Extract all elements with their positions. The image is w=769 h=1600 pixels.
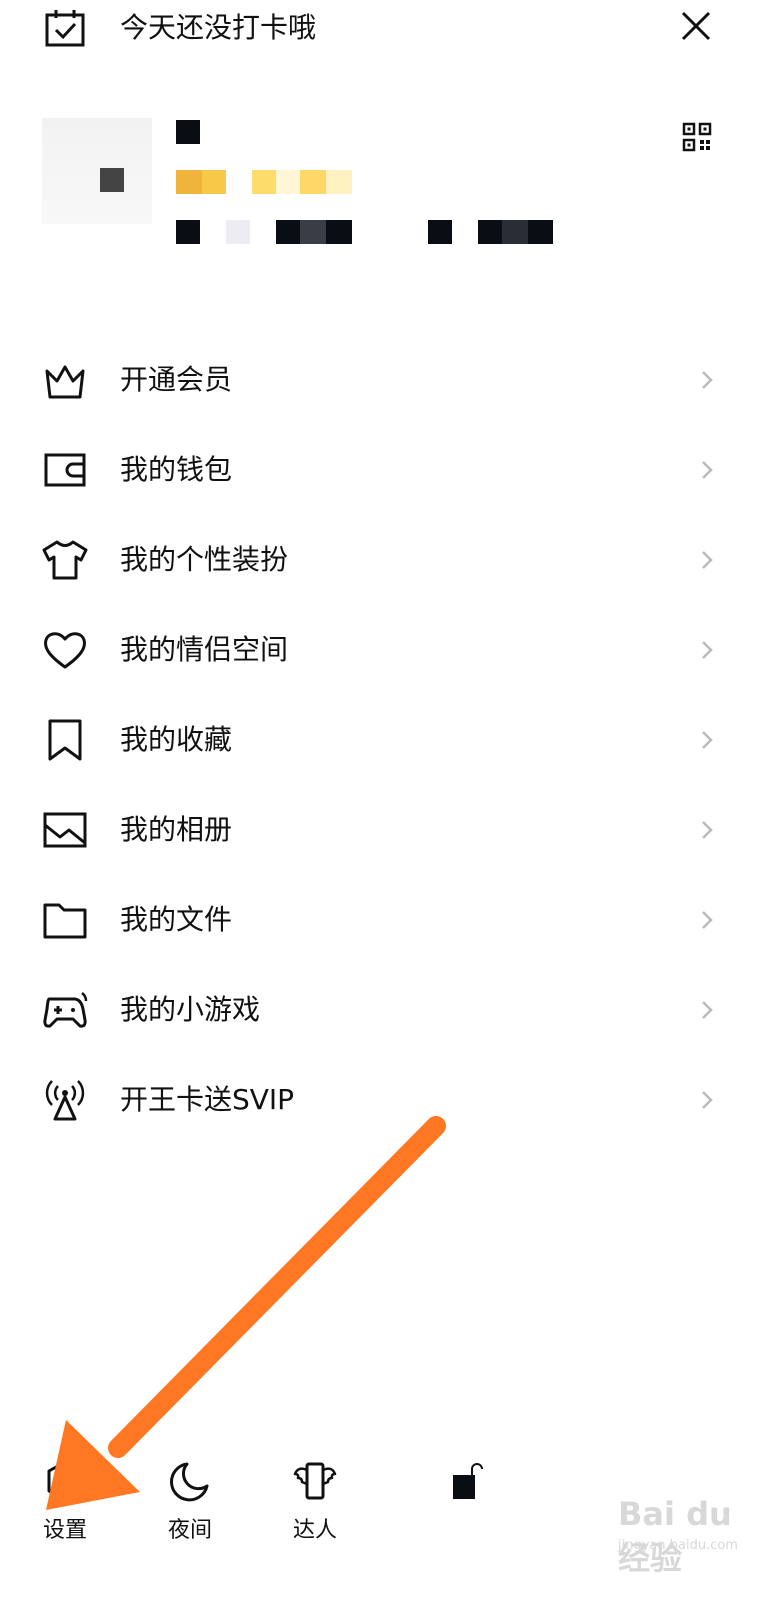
chevron-right-icon (702, 551, 713, 569)
menu-item-label: 我的文件 (120, 903, 233, 936)
account-info-pixel (326, 220, 352, 244)
settings-label: 设置 (42, 1518, 87, 1543)
menu-item-dressup[interactable]: 我的个性装扮 (0, 515, 769, 605)
menu-item-label: 我的小游戏 (120, 993, 261, 1026)
unlock-icon (453, 1463, 483, 1499)
watermark-url: jingyan.baidu.com (618, 1538, 738, 1553)
night-mode-button[interactable]: 夜间 (140, 1450, 240, 1570)
heart-icon (44, 632, 86, 669)
account-info-pixel (428, 220, 452, 244)
baidu-jingyan-watermark: Bai du 经验 jingyan.baidu.com (578, 1490, 758, 1577)
menu-item-favorites[interactable]: 我的收藏 (0, 695, 769, 785)
account-info-pixel (502, 220, 528, 244)
vip-badge-pixelated (176, 170, 202, 194)
phone-wings-icon (293, 1462, 337, 1500)
chevron-right-icon (702, 821, 713, 839)
expert-button[interactable]: 达人 (265, 1450, 365, 1570)
avatar-pixel (100, 168, 124, 192)
settings-button[interactable]: 设置 (15, 1450, 115, 1570)
menu-item-files[interactable]: 我的文件 (0, 875, 769, 965)
calendar-check-icon[interactable] (44, 8, 86, 48)
qr-code-icon[interactable] (682, 122, 712, 152)
folder-icon (43, 903, 87, 939)
account-info-pixel (528, 220, 553, 244)
account-info-pixel (300, 220, 326, 244)
menu-item-label: 我的钱包 (120, 453, 233, 486)
vip-badge-pixel (252, 170, 276, 194)
expert-label: 达人 (292, 1518, 337, 1543)
moon-icon (170, 1462, 209, 1502)
chevron-right-icon (702, 1001, 713, 1019)
signal-tower-icon (45, 1080, 85, 1121)
chevron-right-icon (702, 641, 713, 659)
menu-item-wallet[interactable]: 我的钱包 (0, 425, 769, 515)
wallet-icon (44, 453, 86, 487)
menu-item-label: 我的情侣空间 (120, 633, 289, 666)
top-bar: 今天还没打卡哦 (0, 0, 769, 70)
menu-item-album[interactable]: 我的相册 (0, 785, 769, 875)
chevron-right-icon (702, 371, 713, 389)
vip-badge-pixel (202, 170, 226, 194)
lock-button[interactable] (415, 1450, 515, 1570)
account-info-pixelated (176, 220, 200, 244)
username-pixelated (176, 120, 200, 144)
settings-icon (47, 1460, 83, 1502)
vip-badge-pixel (300, 170, 326, 194)
chevron-right-icon (702, 911, 713, 929)
menu-item-label: 我的个性装扮 (120, 543, 289, 576)
menu-item-label: 开通会员 (120, 363, 233, 396)
chevron-right-icon (702, 731, 713, 749)
menu-item-couple-space[interactable]: 我的情侣空间 (0, 605, 769, 695)
menu-item-label: 开王卡送SVIP (120, 1083, 295, 1116)
vip-badge-pixel (326, 170, 352, 194)
photo-album-icon (43, 812, 87, 848)
crown-icon (45, 365, 85, 399)
watermark-brand: Bai du 经验 (618, 1495, 732, 1577)
menu-item-vip[interactable]: 开通会员 (0, 335, 769, 425)
menu-item-label: 我的收藏 (120, 723, 233, 756)
bookmark-icon (48, 719, 82, 761)
account-info-pixel (276, 220, 300, 244)
avatar[interactable] (42, 118, 152, 224)
night-mode-label: 夜间 (167, 1518, 212, 1543)
chevron-right-icon (702, 461, 713, 479)
close-icon[interactable] (680, 10, 712, 42)
chevron-right-icon (702, 1091, 713, 1109)
account-info-pixel (478, 220, 502, 244)
menu-item-minigames[interactable]: 我的小游戏 (0, 965, 769, 1055)
checkin-text[interactable]: 今天还没打卡哦 (120, 10, 316, 46)
menu-item-wangka-svip[interactable]: 开王卡送SVIP (0, 1055, 769, 1145)
tshirt-icon (42, 540, 88, 580)
gamepad-icon (43, 992, 88, 1028)
vip-badge-pixel (276, 170, 300, 194)
menu-item-label: 我的相册 (120, 813, 233, 846)
profile-section[interactable] (0, 110, 769, 260)
account-info-pixel (226, 220, 250, 244)
